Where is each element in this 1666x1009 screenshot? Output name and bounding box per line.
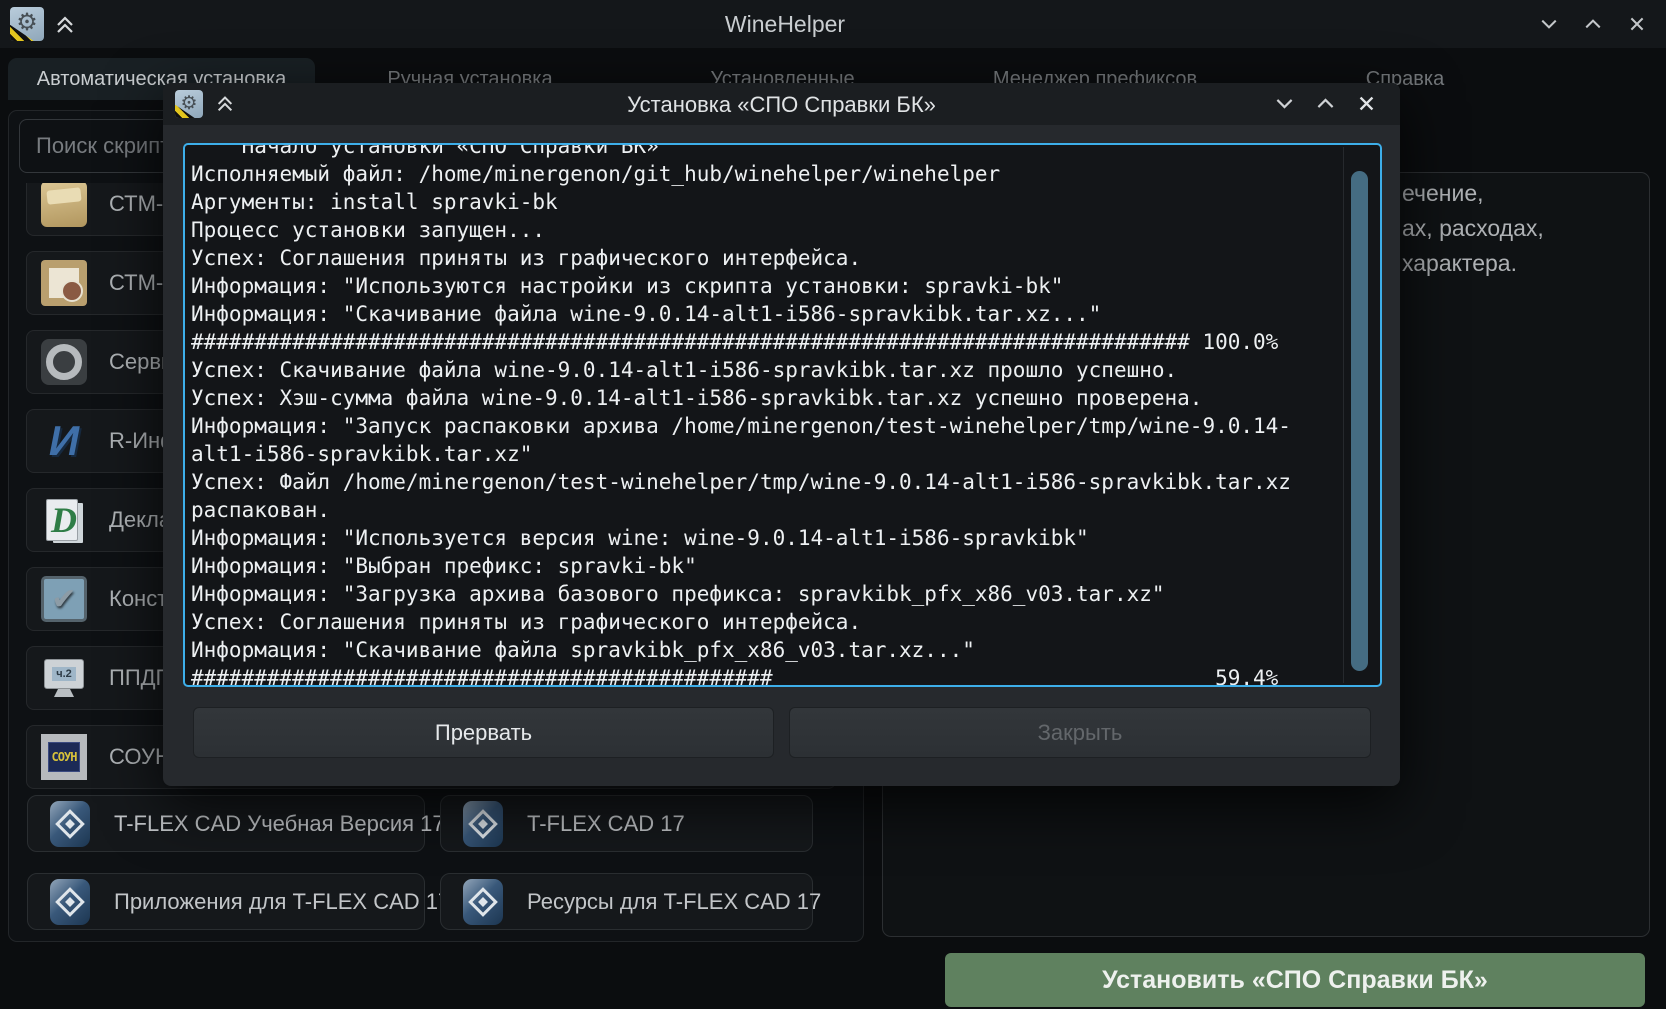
winehelper-window: —— –— ——– ——— —— —— ⚙ WineHelper Автомат… bbox=[0, 0, 1666, 1009]
window-title: WineHelper bbox=[725, 11, 845, 38]
ring-icon bbox=[41, 339, 87, 385]
scrollbar-thumb[interactable] bbox=[1351, 171, 1368, 671]
letter-i-icon: И bbox=[41, 418, 87, 464]
close-icon[interactable] bbox=[1628, 15, 1646, 33]
install-dialog: ⚙ Установка «СПО Справки БК» Начало уста… bbox=[163, 83, 1400, 786]
tflex-logo-icon bbox=[50, 879, 90, 925]
shade-window-icon[interactable] bbox=[215, 93, 235, 113]
minimize-icon[interactable] bbox=[1275, 94, 1294, 113]
minimize-icon[interactable] bbox=[1540, 15, 1558, 33]
gear-icon: ⚙ bbox=[180, 94, 197, 113]
main-titlebar: ⚙ WineHelper bbox=[0, 0, 1666, 48]
log-pre: Начало установки «СПО Справки БК» Исполн… bbox=[191, 143, 1380, 687]
gear-icon: ⚙ bbox=[16, 11, 38, 35]
dialog-titlebar: ⚙ Установка «СПО Справки БК» bbox=[163, 83, 1400, 125]
shade-window-icon[interactable] bbox=[54, 13, 76, 35]
scrollbar-track-divider bbox=[1343, 147, 1344, 683]
soun-badge-icon: СОУН bbox=[41, 734, 87, 780]
tflex-logo-icon bbox=[50, 801, 90, 847]
document-d-icon: D bbox=[41, 497, 87, 543]
description-text-fragment: ечение, ах, расходах, характера. bbox=[1402, 176, 1544, 281]
abort-button[interactable]: Прервать bbox=[193, 707, 774, 758]
monitor-icon: ч.2 bbox=[41, 655, 87, 701]
folder-icon bbox=[41, 183, 87, 227]
check-screen-icon bbox=[41, 576, 87, 622]
tflex-logo-icon bbox=[463, 801, 503, 847]
tile-tflex-cad-edu[interactable]: T-FLEX CAD Учебная Версия 17 bbox=[27, 795, 425, 852]
tflex-logo-icon bbox=[463, 879, 503, 925]
tile-tflex-cad[interactable]: T-FLEX CAD 17 bbox=[440, 795, 813, 852]
close-icon[interactable] bbox=[1357, 94, 1376, 113]
tile-tflex-apps[interactable]: Приложения для T-FLEX CAD 17 bbox=[27, 873, 425, 930]
picture-frame-icon bbox=[41, 260, 87, 306]
dialog-window-controls bbox=[1275, 94, 1376, 113]
maximize-icon[interactable] bbox=[1584, 15, 1602, 33]
winehelper-app-icon: ⚙ bbox=[175, 90, 203, 118]
winehelper-app-icon: ⚙ bbox=[10, 7, 44, 41]
install-log[interactable]: Начало установки «СПО Справки БК» Исполн… bbox=[183, 143, 1382, 687]
maximize-icon[interactable] bbox=[1316, 94, 1335, 113]
tile-tflex-resources[interactable]: Ресурсы для T-FLEX CAD 17 bbox=[440, 873, 813, 930]
install-button[interactable]: Установить «СПО Справки БК» bbox=[945, 953, 1645, 1007]
dialog-title: Установка «СПО Справки БК» bbox=[627, 92, 936, 118]
window-controls bbox=[1540, 15, 1646, 33]
close-button[interactable]: Закрыть bbox=[789, 707, 1371, 758]
